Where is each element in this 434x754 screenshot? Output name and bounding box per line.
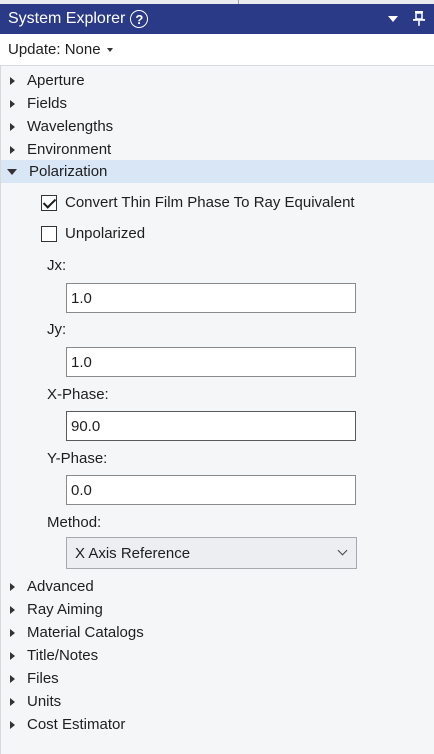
jx-label: Jx: [47,257,67,274]
panel-titlebar: System Explorer ? [0,4,434,34]
tree-item-wavelengths[interactable]: Wavelengths [1,115,434,138]
help-icon[interactable]: ? [130,10,149,28]
dropdown-icon[interactable] [388,16,398,22]
tree-item-title-notes[interactable]: Title/Notes [1,644,434,667]
tree-item-label: Material Catalogs [27,624,144,641]
tree-item-label: Advanced [27,578,94,595]
update-label: Update: None [8,41,101,58]
x-phase-field[interactable] [66,411,356,441]
tree-item-label: Fields [27,95,68,112]
checkbox-checked[interactable] [41,194,57,211]
tree-item-files[interactable]: Files [1,667,434,690]
tree-item-label: Cost Estimator [27,716,126,733]
convert-thin-film-checkbox[interactable]: Convert Thin Film Phase To Ray Equivalen… [41,194,355,211]
tree-item-label: Files [27,670,59,687]
y-phase-field[interactable] [66,475,356,505]
tree-item-label: Polarization [29,163,108,180]
tree-item-units[interactable]: Units [1,690,434,713]
tree-item-label: Title/Notes [27,647,99,664]
panel-title: System Explorer [8,10,126,27]
x-phase-label: X-Phase: [47,386,109,403]
expand-arrow-icon[interactable] [10,145,15,154]
expand-arrow-icon[interactable] [10,99,15,108]
y-phase-label: Y-Phase: [47,450,108,467]
expand-arrow-icon[interactable] [10,605,15,614]
expand-arrow-icon[interactable] [10,76,15,85]
tree-item-polarization[interactable]: Polarization [1,160,434,183]
tree-item-fields[interactable]: Fields [1,92,434,115]
method-select[interactable]: X Axis Reference [66,537,357,569]
method-selected-value: X Axis Reference [75,544,191,562]
update-bar: Update: None [0,34,434,66]
jx-field[interactable] [66,283,356,313]
expand-arrow-icon[interactable] [10,628,15,637]
tree-item-ray-aiming[interactable]: Ray Aiming [1,598,434,621]
collapse-arrow-icon[interactable] [7,168,17,175]
pin-icon[interactable] [412,10,426,26]
tree-item-material-catalogs[interactable]: Material Catalogs [1,621,434,644]
jy-label: Jy: [47,321,67,338]
tree-item-aperture[interactable]: Aperture [1,69,434,92]
chevron-down-icon [106,47,113,52]
expand-arrow-icon[interactable] [10,674,15,683]
tree-item-label: Environment [27,141,112,158]
tree-item-environment[interactable]: Environment [1,138,434,161]
expand-arrow-icon[interactable] [10,697,15,706]
expand-arrow-icon[interactable] [10,122,15,131]
tree-item-cost-estimator[interactable]: Cost Estimator [1,713,434,736]
tree-item-label: Ray Aiming [27,601,103,618]
unpolarized-checkbox[interactable]: Unpolarized [41,225,145,242]
tree-item-label: Aperture [27,72,85,89]
tree-item-advanced[interactable]: Advanced [1,575,434,598]
expand-arrow-icon[interactable] [10,720,15,729]
update-dropdown[interactable]: Update: None [8,41,113,58]
unpolarized-label: Unpolarized [65,225,146,242]
chevron-down-icon [337,545,348,556]
tree-item-label: Wavelengths [27,118,114,135]
jy-field[interactable] [66,347,356,377]
checkbox-unchecked[interactable] [41,225,57,242]
convert-thin-film-label: Convert Thin Film Phase To Ray Equivalen… [65,194,355,211]
tree-panel: Aperture Fields Wavelengths Environment … [0,66,434,754]
method-label: Method: [47,514,102,531]
tree-item-label: Units [27,693,62,710]
expand-arrow-icon[interactable] [10,582,15,591]
expand-arrow-icon[interactable] [10,651,15,660]
